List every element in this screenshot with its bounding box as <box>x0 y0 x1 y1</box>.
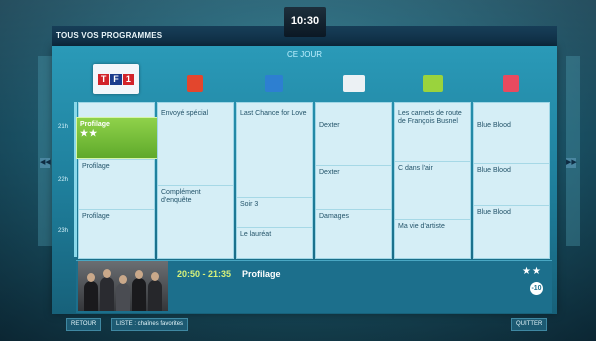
channel-column-m6: Blue Blood Blue Blood Blue Blood <box>473 102 550 259</box>
program-title: Blue Blood <box>477 209 511 216</box>
hour-label: 22h <box>58 177 69 183</box>
program-title: Dexter <box>319 169 340 176</box>
program-slot[interactable]: Blue Blood <box>474 119 549 163</box>
channel-5-logo[interactable] <box>423 75 443 92</box>
channel-2-logo[interactable] <box>187 75 203 92</box>
previous-page-ghost <box>38 56 52 246</box>
program-title: Blue Blood <box>477 167 511 174</box>
program-slot[interactable]: Les carnets de route de François Busnel <box>395 107 470 161</box>
channel-column-tf1: Profilage ★★ Profilage Profilage <box>76 102 158 259</box>
cast-head <box>87 273 95 282</box>
cast-head <box>151 272 159 281</box>
program-slot[interactable]: Le lauréat <box>237 227 312 258</box>
program-slot[interactable]: Dexter <box>316 119 391 167</box>
program-stars: ★★ <box>80 128 99 138</box>
day-label: CE JOUR <box>286 50 323 59</box>
program-title: Profilage <box>82 213 110 220</box>
page-title: TOUS VOS PROGRAMMES <box>56 31 163 40</box>
program-title: Ma vie d'artiste <box>398 223 445 230</box>
channel-column-2: Envoyé spécial Complément d'enquête <box>157 102 234 259</box>
cast-figure <box>132 278 146 311</box>
program-title: Soir 3 <box>240 201 259 208</box>
scroll-left-arrow-icon[interactable]: ◀◀ <box>40 158 51 168</box>
program-slot[interactable]: Damages <box>316 209 391 258</box>
tf1-logo[interactable]: TF1 <box>93 64 139 94</box>
program-title: Last Chance for Love <box>240 110 307 117</box>
back-button[interactable]: RETOUR <box>66 318 102 331</box>
program-time-range: 20:50 - 21:35 <box>177 269 232 279</box>
program-title: Complément d'enquête <box>161 189 201 204</box>
channel-column-canal: Dexter Dexter Damages <box>315 102 392 259</box>
program-slot[interactable]: Soir 3 <box>237 197 312 227</box>
canal-plus-logo[interactable] <box>343 75 365 92</box>
cast-figure <box>84 281 98 311</box>
program-title: Envoyé spécial <box>161 110 209 117</box>
program-slot[interactable]: Profilage <box>79 209 154 258</box>
channel-3-logo[interactable] <box>265 75 283 92</box>
program-slot[interactable]: Last Chance for Love <box>237 107 312 197</box>
age-rating-icon: -10 <box>530 282 543 295</box>
channel-column-5: Les carnets de route de François Busnel … <box>394 102 471 259</box>
program-slot[interactable]: C dans l'air <box>395 161 470 219</box>
hour-label: 21h <box>58 124 69 130</box>
program-thumbnail <box>78 261 168 311</box>
cast-figure <box>100 277 114 311</box>
program-title: Les carnets de route de François Busnel <box>398 110 462 125</box>
favorites-list-button[interactable]: LISTE : chaînes favorites <box>111 318 189 331</box>
cast-head <box>119 275 127 284</box>
clock-time: 10:30 <box>290 15 320 27</box>
program-slot[interactable]: Blue Blood <box>474 205 549 258</box>
cast-figure <box>116 283 130 311</box>
rating-stars: ★★ <box>522 266 542 277</box>
program-slot-selected[interactable]: Profilage ★★ <box>76 117 158 159</box>
next-page-ghost <box>566 56 580 246</box>
program-title-info: Profilage <box>242 269 281 279</box>
program-title: Blue Blood <box>477 122 511 129</box>
channel-column-3: Last Chance for Love Soir 3 Le lauréat <box>236 102 313 259</box>
program-title: Damages <box>319 213 349 220</box>
program-title: Profilage <box>82 163 110 170</box>
program-slot[interactable]: Ma vie d'artiste <box>395 219 470 258</box>
program-title: Le lauréat <box>240 231 272 238</box>
cast-figure <box>148 280 162 311</box>
quit-button[interactable]: QUITTER <box>511 318 548 331</box>
scroll-right-arrow-icon[interactable]: ▶▶ <box>566 158 577 168</box>
program-slot[interactable]: Dexter <box>316 165 391 209</box>
program-slot[interactable]: Complément d'enquête <box>158 185 233 248</box>
cast-head <box>135 270 143 279</box>
m6-logo[interactable] <box>503 75 519 92</box>
cast-head <box>103 269 111 278</box>
clock: 10:30 <box>284 7 326 37</box>
program-title: C dans l'air <box>398 165 433 172</box>
program-slot[interactable]: Blue Blood <box>474 163 549 205</box>
hour-label: 23h <box>58 228 69 234</box>
program-title: Dexter <box>319 122 340 129</box>
program-slot[interactable]: Profilage <box>79 159 154 209</box>
program-slot[interactable]: Envoyé spécial <box>158 107 233 185</box>
